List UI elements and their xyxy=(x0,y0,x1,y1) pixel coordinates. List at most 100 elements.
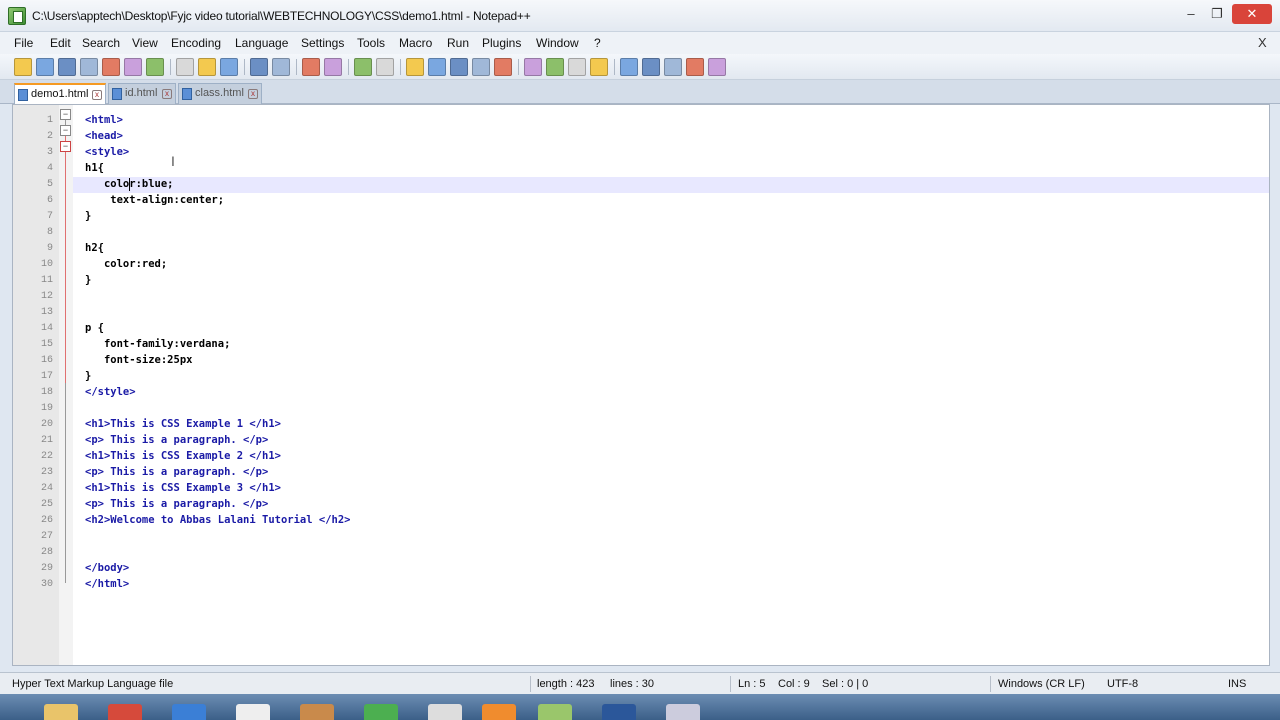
notepadpp-taskbar-icon[interactable] xyxy=(538,704,572,720)
code-line[interactable]: 22 <h1>This is CSS Example 2 </h1> xyxy=(41,449,1269,465)
status-encoding[interactable]: UTF-8 xyxy=(1107,678,1138,690)
code-line[interactable]: 5 color:blue; xyxy=(47,177,1269,193)
doc-map-icon[interactable] xyxy=(524,58,542,76)
record-macro-icon[interactable] xyxy=(620,58,638,76)
menu-window[interactable]: Window xyxy=(536,36,579,50)
fold-margin[interactable] xyxy=(59,105,73,665)
menu-encoding[interactable]: Encoding xyxy=(171,36,221,50)
menu-settings[interactable]: Settings xyxy=(301,36,344,50)
explorer-taskbar-icon[interactable] xyxy=(44,704,78,720)
code-line[interactable]: 27 xyxy=(41,529,1269,545)
paste-icon[interactable] xyxy=(220,58,238,76)
code-line[interactable]: 14 p { xyxy=(41,321,1269,337)
status-eol[interactable]: Windows (CR LF) xyxy=(998,678,1085,690)
code-line[interactable]: 9 h2{ xyxy=(47,241,1269,257)
maximize-button[interactable]: ❐ xyxy=(1206,4,1228,24)
app-taskbar-icon[interactable] xyxy=(236,704,270,720)
ie-taskbar-icon[interactable] xyxy=(172,704,206,720)
close-document-button[interactable]: X xyxy=(1258,35,1267,50)
code-line[interactable]: 3 <style> xyxy=(47,145,1269,161)
sync-v-icon[interactable] xyxy=(406,58,424,76)
code-line[interactable]: 24 <h1>This is CSS Example 3 </h1> xyxy=(41,481,1269,497)
code-line[interactable]: 20 <h1>This is CSS Example 1 </h1> xyxy=(41,417,1269,433)
run-macro-multiple-icon[interactable] xyxy=(686,58,704,76)
menu-macro[interactable]: Macro xyxy=(399,36,432,50)
code-line[interactable]: 4 h1{ xyxy=(47,161,1269,177)
zoom-in-icon[interactable] xyxy=(354,58,372,76)
menu-help[interactable]: ? xyxy=(594,36,601,50)
code-line[interactable]: 16 font-size:25px xyxy=(41,353,1269,369)
close-tab-icon[interactable]: x xyxy=(162,89,172,99)
code-area[interactable]: 1 <html> 2 <head> 3 <style> 4 h1{5 color:blue; 6… xyxy=(41,105,1269,665)
menu-edit[interactable]: Edit xyxy=(50,36,71,50)
undo-icon[interactable] xyxy=(250,58,268,76)
save-macro-icon[interactable] xyxy=(708,58,726,76)
tab-id[interactable]: id.html x xyxy=(108,83,176,104)
code-line[interactable]: 29 </body> xyxy=(41,561,1269,577)
redo-icon[interactable] xyxy=(272,58,290,76)
code-line[interactable]: 17} xyxy=(41,369,1269,385)
code-line[interactable]: 18 </style> xyxy=(41,385,1269,401)
code-line[interactable]: 12 xyxy=(41,289,1269,305)
code-line[interactable]: 19 xyxy=(41,401,1269,417)
all-chars-icon[interactable] xyxy=(472,58,490,76)
code-line[interactable]: 10 color:red; xyxy=(41,257,1269,273)
code-line[interactable]: 11} xyxy=(41,273,1269,289)
close-all-icon[interactable] xyxy=(124,58,142,76)
save-all-icon[interactable] xyxy=(80,58,98,76)
code-line[interactable]: 21 <p> This is a paragraph. </p> xyxy=(41,433,1269,449)
menu-view[interactable]: View xyxy=(132,36,158,50)
menu-plugins[interactable]: Plugins xyxy=(482,36,521,50)
folder-workspace-icon[interactable] xyxy=(568,58,586,76)
menu-run[interactable]: Run xyxy=(447,36,469,50)
save-icon[interactable] xyxy=(58,58,76,76)
firefox-taskbar-icon[interactable] xyxy=(482,704,516,720)
new-file-icon[interactable] xyxy=(14,58,32,76)
function-list-icon[interactable] xyxy=(546,58,564,76)
app-taskbar-icon[interactable] xyxy=(300,704,334,720)
app-taskbar-icon[interactable] xyxy=(666,704,700,720)
fold-toggle-head[interactable]: − xyxy=(60,125,71,136)
notepadpp-app-icon[interactable] xyxy=(8,7,26,25)
app-taskbar-icon[interactable] xyxy=(364,704,398,720)
indent-guide-icon[interactable] xyxy=(494,58,512,76)
monitor-icon[interactable] xyxy=(590,58,608,76)
code-line[interactable]: 15 font-family:verdana; xyxy=(41,337,1269,353)
replace-icon[interactable] xyxy=(324,58,342,76)
code-line[interactable]: 7} xyxy=(47,209,1269,225)
menu-language[interactable]: Language xyxy=(235,36,288,50)
menu-search[interactable]: Search xyxy=(82,36,120,50)
tab-demo1[interactable]: demo1.html x xyxy=(14,83,106,104)
stop-macro-icon[interactable] xyxy=(642,58,660,76)
fold-toggle-style[interactable]: − xyxy=(60,141,71,152)
code-line[interactable]: 13 xyxy=(41,305,1269,321)
code-line[interactable]: 25 <p> This is a paragraph. </p> xyxy=(41,497,1269,513)
minimize-button[interactable]: – xyxy=(1180,4,1202,24)
wrap-icon[interactable] xyxy=(450,58,468,76)
code-line[interactable]: 26 <h2>Welcome to Abbas Lalani Tutorial <… xyxy=(41,513,1269,529)
close-tab-icon[interactable]: x xyxy=(92,90,102,100)
chrome-taskbar-icon[interactable] xyxy=(108,704,142,720)
app-taskbar-icon[interactable] xyxy=(428,704,462,720)
open-file-icon[interactable] xyxy=(36,58,54,76)
tab-class[interactable]: class.html x xyxy=(178,83,262,104)
menu-tools[interactable]: Tools xyxy=(357,36,385,50)
fold-toggle-html[interactable]: − xyxy=(60,109,71,120)
close-window-button[interactable]: ✕ xyxy=(1232,4,1272,24)
code-line[interactable]: 1 <html> xyxy=(47,113,1269,129)
code-line[interactable]: 30 </html> xyxy=(41,577,1269,593)
copy-icon[interactable] xyxy=(198,58,216,76)
code-line[interactable]: 8 xyxy=(47,225,1269,241)
code-editor[interactable]: − − − 1 <html> 2 <head> 3 <style> 4 h1{5 color:… xyxy=(12,104,1270,666)
print-icon[interactable] xyxy=(146,58,164,76)
word-taskbar-icon[interactable] xyxy=(602,704,636,720)
find-icon[interactable] xyxy=(302,58,320,76)
zoom-out-icon[interactable] xyxy=(376,58,394,76)
sync-h-icon[interactable] xyxy=(428,58,446,76)
play-macro-icon[interactable] xyxy=(664,58,682,76)
close-tab-icon[interactable]: x xyxy=(248,89,258,99)
code-line[interactable]: 6 text-align:center; xyxy=(47,193,1269,209)
cut-icon[interactable] xyxy=(176,58,194,76)
close-icon[interactable] xyxy=(102,58,120,76)
code-line[interactable]: 23 <p> This is a paragraph. </p> xyxy=(41,465,1269,481)
